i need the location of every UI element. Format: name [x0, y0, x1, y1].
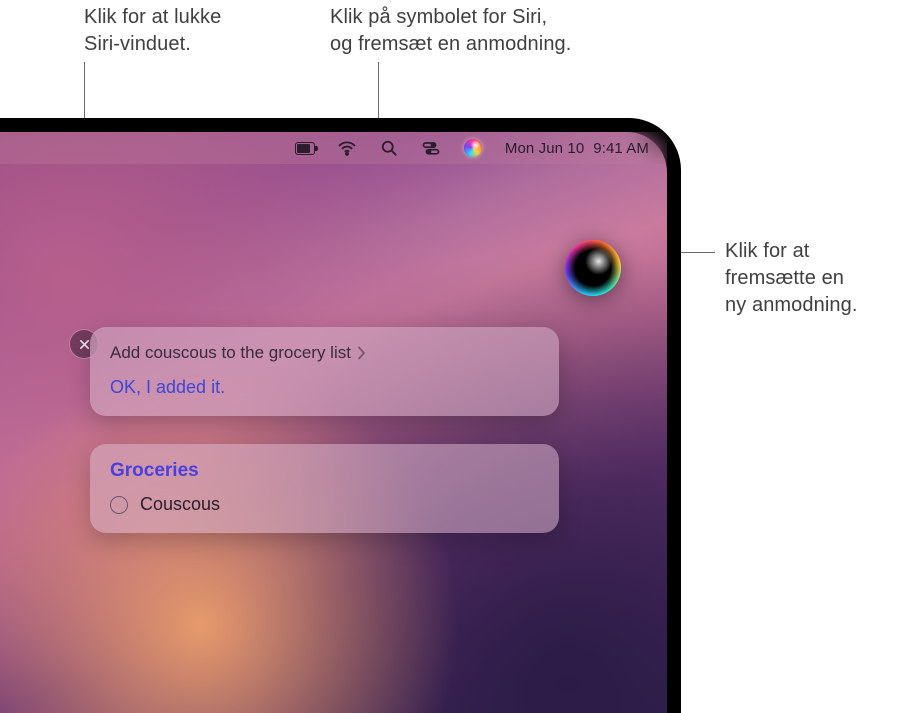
siri-orb[interactable]	[565, 240, 621, 296]
callout-menubar-siri-text: Klik på symbolet for Siri, og fremsæt en…	[330, 6, 571, 55]
siri-request-text: Add couscous to the grocery list	[110, 343, 351, 363]
reminders-card[interactable]: Groceries Couscous	[90, 444, 559, 533]
reminders-list-title: Groceries	[110, 460, 539, 482]
siri-response-card: Add couscous to the grocery list OK, I a…	[90, 327, 559, 416]
close-icon	[79, 339, 90, 350]
wifi-icon[interactable]	[337, 138, 357, 158]
battery-icon[interactable]	[295, 138, 315, 158]
reminder-item-text: Couscous	[140, 494, 220, 515]
reminder-checkbox[interactable]	[110, 496, 128, 514]
device-frame: Mon Jun 10 9:41 AM Add couscous to the g…	[0, 118, 681, 713]
desktop: Mon Jun 10 9:41 AM Add couscous to the g…	[0, 132, 667, 713]
menubar-date: Mon Jun 10	[505, 140, 584, 157]
siri-response-text: OK, I added it.	[110, 377, 539, 398]
siri-request-row[interactable]: Add couscous to the grocery list	[110, 343, 539, 363]
siri-menubar-icon[interactable]	[463, 138, 483, 158]
menubar-time: 9:41 AM	[593, 140, 649, 157]
spotlight-icon[interactable]	[379, 138, 399, 158]
menubar: Mon Jun 10 9:41 AM	[0, 132, 667, 164]
menubar-clock[interactable]: Mon Jun 10 9:41 AM	[505, 140, 649, 157]
callout-close: Klik for at lukke Siri-vinduet.	[84, 4, 221, 58]
callout-close-text: Klik for at lukke Siri-vinduet.	[84, 6, 221, 55]
chevron-right-icon	[357, 346, 366, 360]
callout-menubar-siri: Klik på symbolet for Siri, og fremsæt en…	[330, 4, 571, 58]
reminders-item[interactable]: Couscous	[110, 494, 539, 515]
callout-orb: Klik for at fremsætte en ny anmodning.	[725, 238, 858, 319]
control-center-icon[interactable]	[421, 138, 441, 158]
callout-orb-text: Klik for at fremsætte en ny anmodning.	[725, 240, 858, 316]
